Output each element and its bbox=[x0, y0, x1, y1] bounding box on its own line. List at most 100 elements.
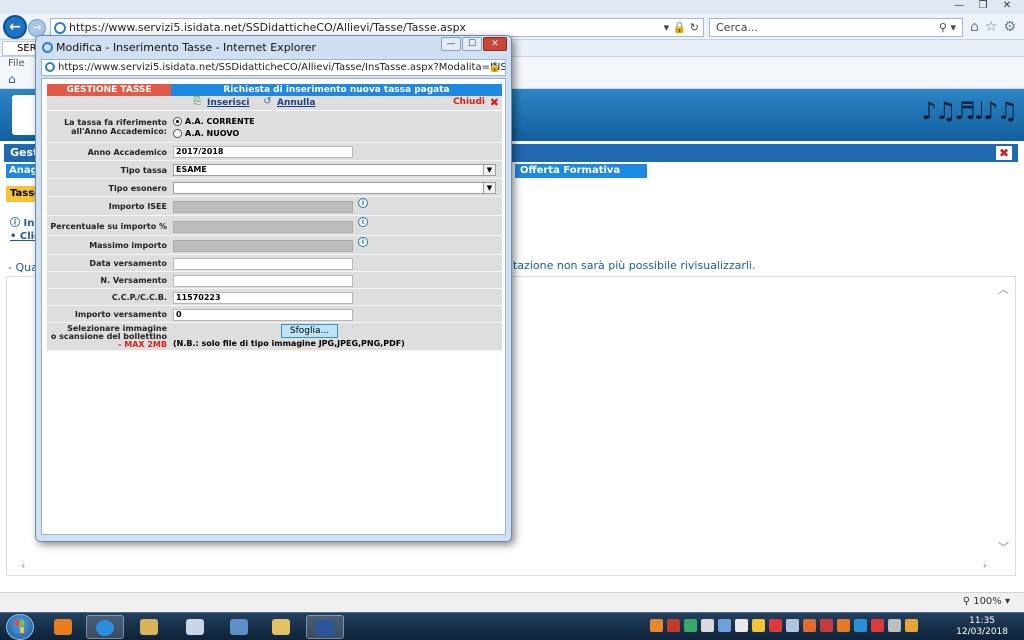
favorites-star-icon[interactable]: ☆ bbox=[985, 19, 998, 35]
zoom-level[interactable]: ⚲ 100% ▾ bbox=[963, 596, 1010, 607]
tray-icon-9[interactable] bbox=[786, 619, 799, 632]
popup-url: https://www.servizi5.isidata.net/SSDidat… bbox=[58, 62, 506, 73]
tray-icon-12[interactable] bbox=[837, 619, 850, 632]
inserisci-link[interactable]: Inserisci bbox=[207, 98, 250, 108]
row-immagine: Selezionare immagine o scansione del bol… bbox=[47, 323, 502, 351]
taskbar-explorer[interactable] bbox=[130, 615, 168, 639]
chevron-down-icon[interactable]: ▼ bbox=[483, 183, 495, 193]
row-tipo-esonero: Tipo esonero ▼ bbox=[47, 179, 502, 197]
scroll-right-icon[interactable]: › bbox=[983, 559, 987, 572]
annulla-icon[interactable]: ↺ bbox=[262, 96, 273, 107]
popup-maximize-button[interactable]: ☐ bbox=[462, 37, 482, 51]
search-box[interactable]: Cerca... ⚲ ▾ bbox=[709, 18, 963, 37]
popup-minimize-button[interactable]: — bbox=[441, 37, 461, 51]
taskbar-internet-explorer[interactable] bbox=[86, 615, 124, 639]
info-icon[interactable]: i bbox=[358, 217, 368, 227]
n-versamento-input[interactable] bbox=[173, 275, 353, 287]
isee-label: Importo ISEE bbox=[108, 202, 167, 211]
lock-icon: 🔒 bbox=[488, 62, 501, 73]
popup-titlebar[interactable]: Modifica - Inserimento Tasse - Internet … bbox=[42, 39, 316, 57]
percentuale-label: Percentuale su importo % bbox=[50, 222, 167, 231]
info-line: ⓘ In bbox=[10, 218, 35, 229]
tray-icon-8[interactable] bbox=[769, 619, 782, 632]
start-button[interactable] bbox=[6, 614, 34, 640]
radio-nuovo[interactable] bbox=[173, 128, 182, 138]
tray-icon-7[interactable] bbox=[752, 619, 765, 632]
taskbar-clock[interactable]: 11:35 12/03/2018 bbox=[956, 616, 1008, 638]
settings-gear-icon[interactable]: ⚙ bbox=[1003, 19, 1016, 35]
file-types-note: (N.B.: solo file di tipo immagine JPG,JP… bbox=[173, 339, 405, 348]
tab-offerta-formativa[interactable]: Offerta Formativa bbox=[515, 164, 647, 178]
minimize-button[interactable]: — bbox=[948, 0, 970, 12]
taskbar-remote-desktop[interactable] bbox=[220, 615, 258, 639]
tipo-tassa-value: ESAME bbox=[176, 165, 207, 174]
row-data-versamento: Data versamento bbox=[47, 255, 502, 272]
tray-icon-11[interactable] bbox=[820, 619, 833, 632]
tipo-tassa-select[interactable]: ESAME ▼ bbox=[173, 164, 496, 176]
popup-title-text: Modifica - Inserimento Tasse - Internet … bbox=[56, 41, 317, 54]
action-bar: ⎘ Inserisci ↺ Annulla Chiudi ✖ bbox=[47, 96, 502, 110]
tipo-esonero-label: Tipo esonero bbox=[108, 184, 167, 193]
tray-icon-15[interactable] bbox=[888, 619, 901, 632]
scroll-left-icon[interactable]: ‹ bbox=[21, 559, 25, 572]
riferimento-options: A.A. CORRENTE A.A. NUOVO bbox=[173, 115, 255, 139]
close-section-icon[interactable]: ✖ bbox=[996, 146, 1012, 160]
tray-icon-6[interactable] bbox=[735, 619, 748, 632]
importo-input[interactable]: 0 bbox=[173, 309, 353, 321]
tray-icon-1[interactable] bbox=[650, 619, 663, 632]
close-window-button[interactable]: ✕ bbox=[996, 0, 1018, 12]
scroll-up-icon[interactable]: ︿ bbox=[998, 281, 1009, 297]
scroll-down-icon[interactable]: ﹀ bbox=[998, 539, 1009, 555]
importo-label: Importo versamento bbox=[74, 310, 167, 319]
anno-input[interactable]: 2017/2018 bbox=[173, 146, 353, 158]
tray-icon-13[interactable] bbox=[854, 619, 867, 632]
tray-icon-3[interactable] bbox=[684, 619, 697, 632]
music-notes-decoration: ♪♫♬♩♪♫ bbox=[921, 97, 1018, 125]
info-icon[interactable]: i bbox=[358, 237, 368, 247]
menu-file[interactable]: File bbox=[8, 58, 25, 69]
radio-nuovo-line[interactable]: A.A. NUOVO bbox=[173, 127, 255, 139]
data-versamento-input[interactable] bbox=[173, 258, 353, 270]
chevron-down-icon[interactable]: ▼ bbox=[483, 165, 495, 175]
row-ccp: C.C.P./C.C.B. 11570223 bbox=[47, 289, 502, 306]
search-icon[interactable]: ⚲ ▾ bbox=[939, 19, 956, 36]
tray-icon-5[interactable] bbox=[718, 619, 731, 632]
browser-titlebar: — ❐ ✕ bbox=[0, 0, 1024, 14]
home-icon[interactable]: ⌂ bbox=[970, 19, 979, 35]
anno-label: Anno Accademico bbox=[87, 148, 167, 157]
clock-time: 11:35 bbox=[969, 616, 996, 626]
radio-corrente[interactable] bbox=[173, 116, 182, 126]
tray-icon-10[interactable] bbox=[803, 619, 816, 632]
back-button[interactable]: ← bbox=[3, 15, 27, 39]
tray-icon-2[interactable] bbox=[667, 619, 680, 632]
popup-address-bar[interactable]: https://www.servizi5.isidata.net/SSDidat… bbox=[41, 59, 506, 76]
chiudi-icon[interactable]: ✖ bbox=[490, 96, 499, 109]
toolbar-icons: ⌂ ☆ ⚙ bbox=[970, 19, 1016, 35]
taskbar-media-player[interactable] bbox=[44, 615, 82, 639]
tipo-esonero-select[interactable]: ▼ bbox=[173, 182, 496, 194]
sfoglia-button[interactable]: Sfoglia... bbox=[281, 324, 338, 338]
chiudi-link[interactable]: Chiudi bbox=[453, 97, 485, 107]
immagine-label: Selezionare immagine o scansione del bol… bbox=[47, 325, 171, 349]
tasse-form: La tassa fa riferimento all'Anno Accadem… bbox=[47, 111, 502, 351]
popup-close-button[interactable]: ✕ bbox=[483, 37, 507, 51]
address-tools[interactable]: ▾ 🔒 ↻ bbox=[664, 19, 699, 36]
immagine-field: Sfoglia... (N.B.: solo file di tipo imma… bbox=[173, 323, 493, 351]
ccp-input[interactable]: 11570223 bbox=[173, 292, 353, 304]
taskbar-word[interactable] bbox=[306, 615, 344, 639]
row-riferimento: La tassa fa riferimento all'Anno Accadem… bbox=[47, 111, 502, 143]
tray-icon-14[interactable] bbox=[871, 619, 884, 632]
tray-icon-16[interactable] bbox=[905, 619, 918, 632]
inserisci-icon[interactable]: ⎘ bbox=[192, 96, 203, 107]
tray-icon-4[interactable] bbox=[701, 619, 714, 632]
page-note: tazione non sarà più possibile rivisuali… bbox=[513, 259, 756, 272]
info-icon[interactable]: i bbox=[358, 198, 368, 208]
popup-window: Modifica - Inserimento Tasse - Internet … bbox=[35, 35, 512, 542]
radio-corrente-line[interactable]: A.A. CORRENTE bbox=[173, 115, 255, 127]
maximize-button[interactable]: ❐ bbox=[972, 0, 994, 12]
row-anno: Anno Accademico 2017/2018 bbox=[47, 143, 502, 161]
home-small-icon[interactable]: ⌂ bbox=[8, 73, 20, 85]
annulla-link[interactable]: Annulla bbox=[277, 98, 315, 108]
taskbar-folder[interactable] bbox=[262, 615, 300, 639]
taskbar-calculator[interactable] bbox=[176, 615, 214, 639]
